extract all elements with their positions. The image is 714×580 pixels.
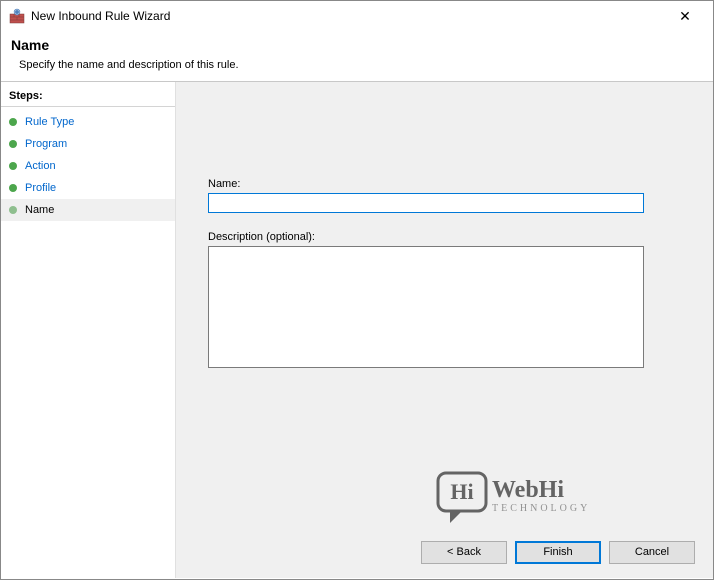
finish-button[interactable]: Finish (515, 541, 601, 564)
description-label: Description (optional): (208, 231, 681, 243)
wizard-header: Name Specify the name and description of… (1, 31, 713, 81)
step-label: Name (25, 204, 54, 216)
close-button[interactable]: ✕ (665, 2, 705, 30)
step-label: Profile (25, 182, 56, 194)
wizard-buttons: < Back Finish Cancel (421, 541, 695, 564)
titlebar: New Inbound Rule Wizard ✕ (1, 1, 713, 31)
bullet-icon (9, 140, 17, 148)
watermark-line2: TECHNOLOGY (492, 503, 590, 514)
bullet-icon (9, 162, 17, 170)
bullet-icon (9, 206, 17, 214)
firewall-icon (9, 8, 25, 24)
window-title: New Inbound Rule Wizard (31, 9, 170, 23)
bullet-icon (9, 118, 17, 126)
main-panel: Name: Description (optional): Hi WebHi T… (176, 82, 713, 578)
step-label: Program (25, 138, 67, 150)
step-label: Rule Type (25, 116, 74, 128)
watermark-line1: WebHi (492, 477, 564, 503)
step-rule-type[interactable]: Rule Type (1, 111, 175, 133)
name-label: Name: (208, 178, 681, 190)
back-button[interactable]: < Back (421, 541, 507, 564)
name-input[interactable] (208, 193, 644, 213)
page-subtitle: Specify the name and description of this… (19, 59, 703, 71)
watermark-badge: Hi (450, 479, 473, 504)
step-profile[interactable]: Profile (1, 177, 175, 199)
page-title: Name (11, 37, 703, 53)
steps-heading: Steps: (1, 88, 175, 107)
step-name[interactable]: Name (1, 199, 175, 221)
watermark-logo: Hi WebHi TECHNOLOGY (436, 465, 646, 528)
cancel-button[interactable]: Cancel (609, 541, 695, 564)
step-program[interactable]: Program (1, 133, 175, 155)
step-action[interactable]: Action (1, 155, 175, 177)
steps-sidebar: Steps: Rule Type Program Action Profile … (1, 82, 176, 578)
step-label: Action (25, 160, 56, 172)
close-icon: ✕ (679, 8, 691, 25)
bullet-icon (9, 184, 17, 192)
description-input[interactable] (208, 246, 644, 368)
